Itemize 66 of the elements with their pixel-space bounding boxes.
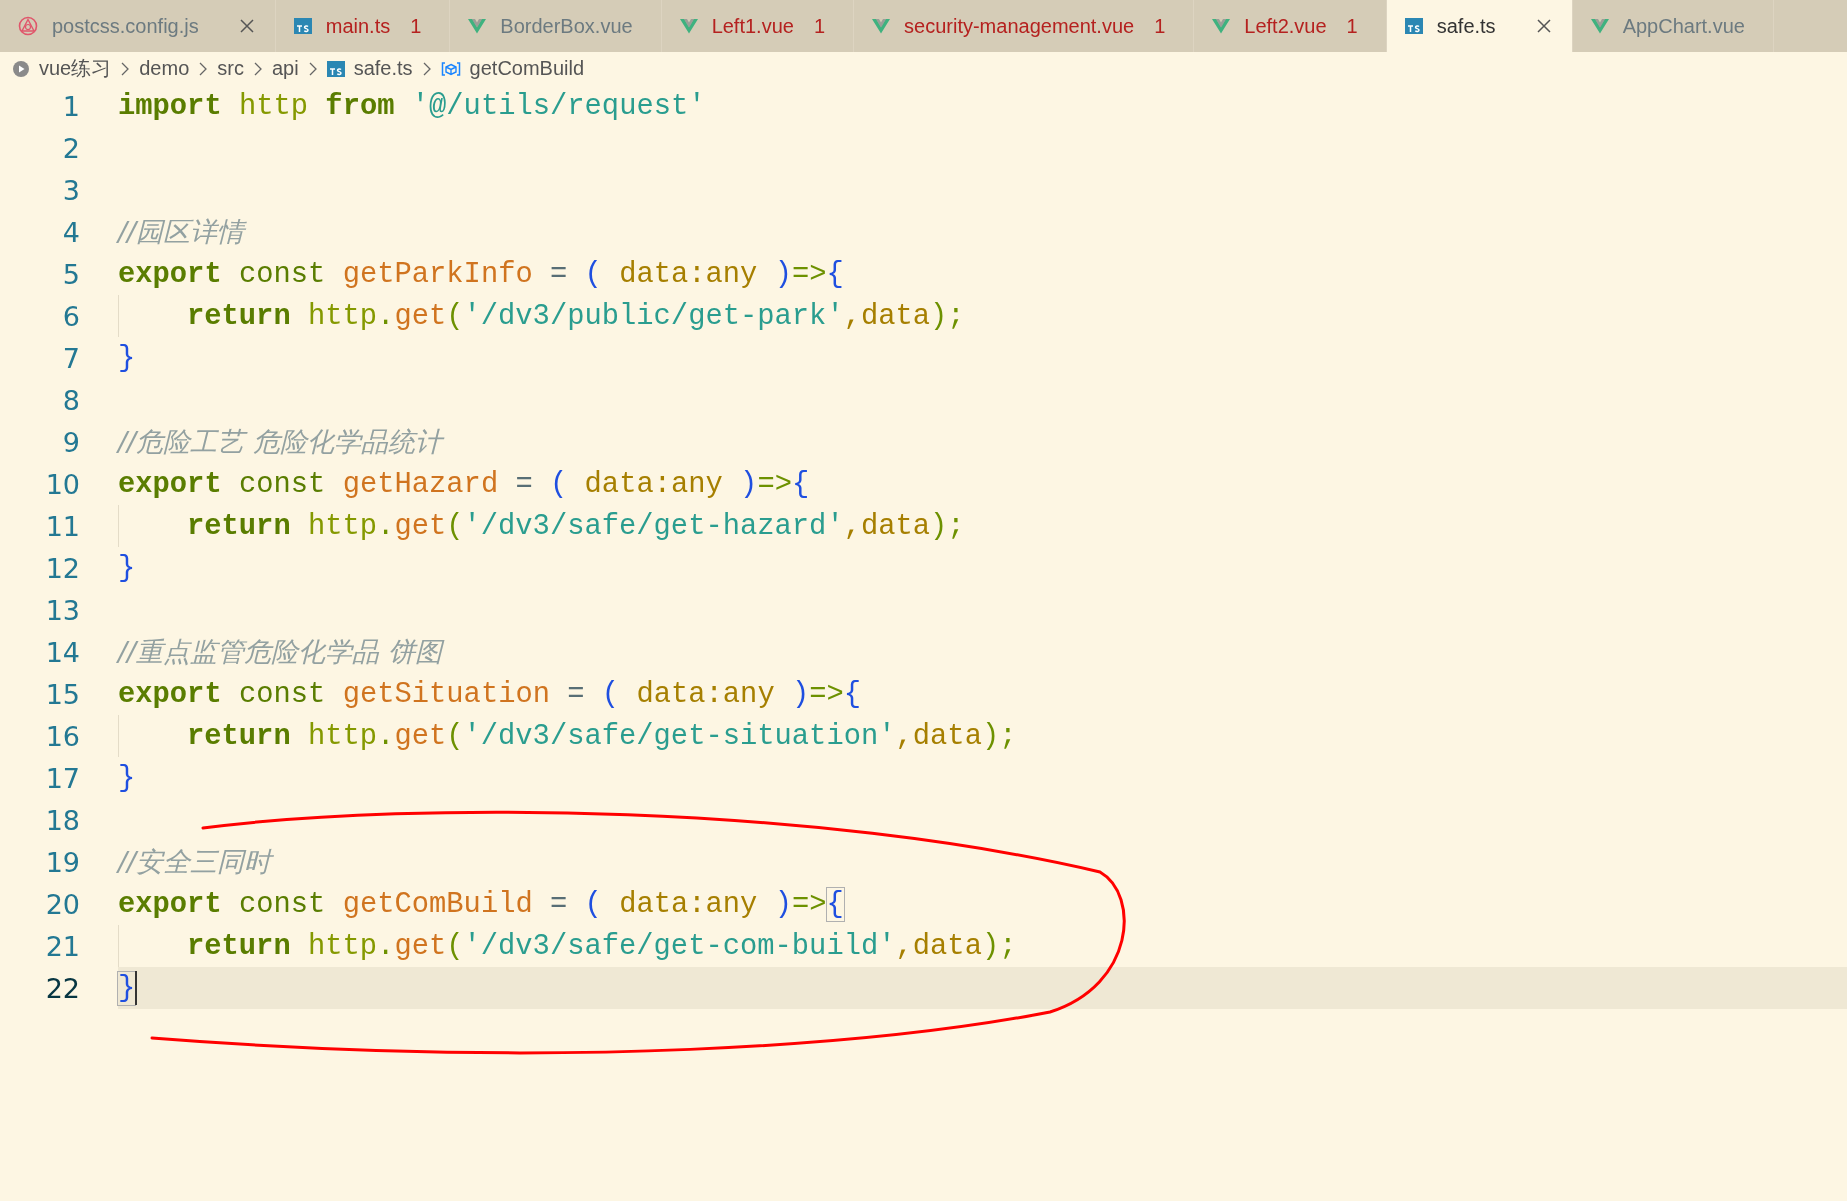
code-line: }: [118, 761, 136, 795]
line-number: 2: [61, 132, 81, 164]
vue-file-icon: [679, 18, 698, 34]
code-line: //安全三同时: [118, 845, 272, 879]
breadcrumb-item[interactable]: api: [271, 57, 299, 80]
problem-count: 1: [410, 14, 422, 38]
line-number: 4: [61, 216, 81, 248]
code-line: import http from '@/utils/request': [118, 89, 706, 123]
line-number: 10: [44, 468, 81, 500]
chevron-right-icon: [307, 60, 318, 77]
close-icon[interactable]: [238, 18, 255, 34]
chevron-right-icon: [421, 60, 432, 77]
code-line: //园区详情: [118, 215, 245, 249]
line-number: 21: [44, 930, 81, 962]
vue-file-icon: [1212, 18, 1231, 34]
problem-count: 1: [1346, 14, 1358, 38]
typescript-file-icon: [326, 60, 345, 77]
code-line: }: [118, 341, 136, 375]
problem-count: 1: [813, 14, 826, 38]
variable-symbol-icon: [440, 60, 461, 77]
code-line: }: [118, 971, 136, 1005]
code-line: return http.get('/dv3/safe/get-hazard',data);: [187, 509, 965, 543]
editor-tab[interactable]: safe.ts: [1386, 0, 1573, 52]
line-number: 18: [44, 804, 81, 836]
line-number: 7: [61, 342, 81, 374]
code-line: export const getParkInfo = ( data:any )=>{: [118, 257, 844, 291]
line-number: 9: [61, 426, 81, 458]
typescript-file-icon: [1404, 18, 1423, 34]
line-number: 8: [61, 384, 81, 416]
code-line: }: [118, 551, 136, 585]
line-number: 19: [44, 846, 81, 878]
close-icon[interactable]: [1535, 18, 1552, 34]
line-number: 13: [44, 594, 81, 626]
breadcrumb-item[interactable]: getComBuild: [469, 57, 585, 80]
line-number: 16: [44, 720, 81, 752]
code-line: return http.get('/dv3/safe/get-com-build',data);: [187, 929, 1017, 963]
code-line: return http.get('/dv3/public/get-park',data);: [187, 299, 965, 333]
line-number: 11: [44, 510, 81, 542]
line-number: 20: [44, 888, 81, 920]
line-number: 3: [61, 174, 81, 206]
line-number: 17: [44, 762, 81, 794]
line-number: 12: [44, 552, 81, 584]
breadcrumb-item[interactable]: vue练习: [39, 55, 112, 82]
code-line: export const getHazard = ( data:any )=>{: [118, 467, 810, 501]
code-line: export const getSituation = ( data:any )=>{: [118, 677, 862, 711]
line-number: 1: [61, 90, 81, 122]
vue-file-icon: [1590, 18, 1609, 34]
chevron-right-icon: [120, 60, 131, 77]
breadcrumb-item[interactable]: safe.ts: [353, 57, 413, 80]
chevron-right-icon: [252, 60, 263, 77]
line-number: 5: [61, 258, 81, 290]
line-number: 14: [44, 636, 81, 668]
vue-file-icon: [468, 18, 487, 34]
code-line: return http.get('/dv3/safe/get-situation',data);: [187, 719, 1017, 753]
text-cursor: [135, 971, 138, 1005]
line-number: 15: [44, 678, 81, 710]
play-circle-icon: [12, 59, 30, 78]
breadcrumb-item[interactable]: demo: [139, 57, 190, 80]
postcss-icon: [18, 16, 38, 36]
chevron-right-icon: [198, 60, 209, 77]
line-number: 6: [61, 300, 81, 332]
problem-count: 1: [1154, 14, 1166, 38]
code-line: export const getComBuild = ( data:any )=>{: [118, 887, 844, 921]
vue-file-icon: [872, 18, 891, 34]
typescript-file-icon: [293, 18, 312, 34]
breadcrumb-item[interactable]: src: [217, 57, 244, 80]
